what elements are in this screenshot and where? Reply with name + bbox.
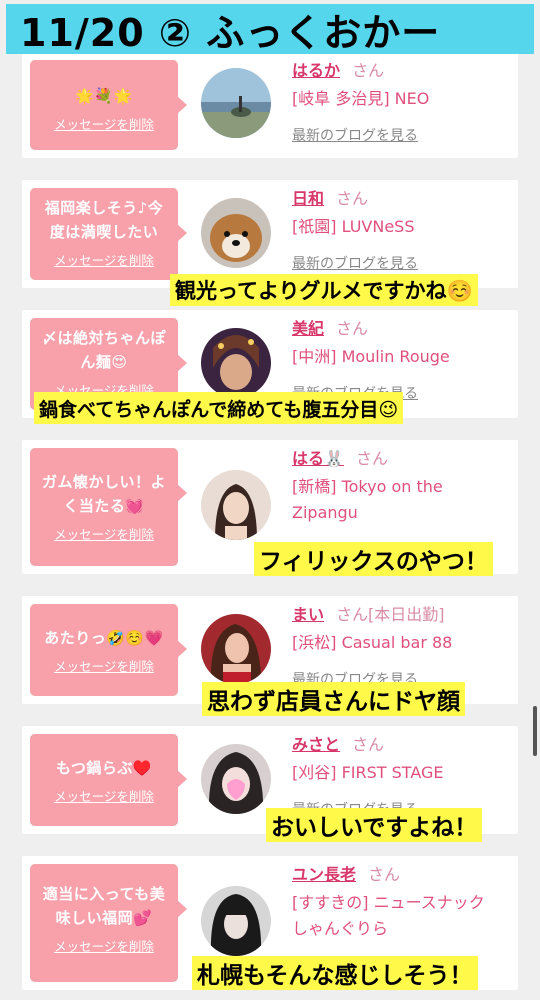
overlay-caption: 観光ってよりグルメですかね☺️ [170, 274, 478, 306]
message-text: 🌟💐🌟 [75, 87, 133, 105]
cast-name-link[interactable]: はる🐰 [292, 449, 344, 468]
latest-blog-link[interactable]: 最新のブログを見る [292, 126, 512, 146]
shop-name: [浜松] Casual bar 88 [292, 633, 453, 652]
scrollbar-thumb[interactable] [533, 706, 537, 756]
shop-name: [新橋] Tokyo on the [292, 477, 443, 496]
avatar[interactable] [201, 470, 271, 540]
delete-message-link[interactable]: メッセージを削除 [54, 656, 154, 675]
message-bubble: 🌟💐🌟 メッセージを削除 [30, 60, 187, 150]
shop-name: [中洲] Moulin Rouge [292, 347, 450, 366]
message-card: 福岡楽しそう♪今度は満喫したい メッセージを削除 日和 さん [祇園] LUVNe… [22, 180, 518, 288]
cast-name-link[interactable]: はるか [292, 61, 340, 80]
shop-name: [すすきの] ニュースナック [292, 893, 485, 912]
overlay-caption: 鍋食べてちゃんぽんで締めても腹五分目😉 [34, 392, 404, 424]
message-bubble: ガム懐かしい！よく当たる💓 メッセージを削除 [30, 448, 187, 566]
avatar[interactable] [201, 68, 271, 138]
working-today-badge: [本日出勤] [368, 605, 445, 624]
avatar[interactable] [201, 886, 271, 956]
page-title: 11/20 ② ふっくおかー [6, 4, 534, 55]
overlay-caption: 思わず店員さんにドヤ顔 [202, 682, 465, 716]
shop-name: [刈谷] FIRST STAGE [292, 763, 444, 782]
honorific: さん [352, 61, 385, 80]
avatar[interactable] [201, 198, 271, 268]
shop-name: [岐阜 多治見] NEO [292, 89, 430, 108]
cast-name-link[interactable]: ユン長老 [292, 865, 356, 884]
shop-name: [祇園] LUVNeSS [292, 217, 415, 236]
message-bubble: 福岡楽しそう♪今度は満喫したい メッセージを削除 [30, 188, 187, 280]
overlay-caption: 札幌もそんな感じしそう！ [192, 956, 478, 990]
latest-blog-link[interactable]: 最新のブログを見る [292, 254, 512, 274]
message-text: 〆は絶対ちゃんぽん麺😍 [41, 329, 166, 371]
message-text: ガム懐かしい！よく当たる💓 [41, 473, 166, 515]
delete-message-link[interactable]: メッセージを削除 [54, 786, 154, 805]
overlay-caption: フィリックスのやつ！ [254, 542, 493, 576]
avatar[interactable] [201, 328, 271, 398]
honorific: さん [336, 605, 369, 624]
message-text: あたりっ🤣☺️💗 [44, 629, 164, 647]
shop-name-continued: Zipangu [292, 503, 358, 522]
cast-name-link[interactable]: 美紀 [292, 319, 324, 338]
message-text: 適当に入っても美味しい福岡💕 [42, 885, 166, 927]
cast-name-link[interactable]: 日和 [292, 189, 324, 208]
honorific: さん [336, 319, 369, 338]
message-card: 🌟💐🌟 メッセージを削除 はるか さん [岐阜 多治見] NEO 最新のブログを見… [22, 52, 518, 158]
delete-message-link[interactable]: メッセージを削除 [54, 114, 154, 133]
delete-message-link[interactable]: メッセージを削除 [54, 250, 154, 269]
honorific: さん [352, 735, 385, 754]
message-bubble: もつ鍋らぶ♥️ メッセージを削除 [30, 734, 187, 826]
avatar[interactable] [201, 744, 271, 814]
cast-name-link[interactable]: まい [292, 605, 324, 624]
avatar[interactable] [201, 614, 271, 684]
message-text: もつ鍋らぶ♥️ [55, 759, 153, 777]
honorific: さん [368, 865, 401, 884]
delete-message-link[interactable]: メッセージを削除 [54, 936, 154, 955]
delete-message-link[interactable]: メッセージを削除 [54, 524, 154, 543]
cast-name-link[interactable]: みさと [292, 735, 340, 754]
honorific: さん [355, 449, 388, 468]
overlay-caption: おいしいですよね！ [266, 808, 483, 842]
shop-name-continued: しゃんぐりら [292, 919, 389, 938]
message-bubble: あたりっ🤣☺️💗 メッセージを削除 [30, 604, 187, 696]
honorific: さん [336, 189, 369, 208]
message-text: 福岡楽しそう♪今度は満喫したい [44, 199, 164, 241]
message-bubble: 適当に入っても美味しい福岡💕 メッセージを削除 [30, 864, 187, 982]
